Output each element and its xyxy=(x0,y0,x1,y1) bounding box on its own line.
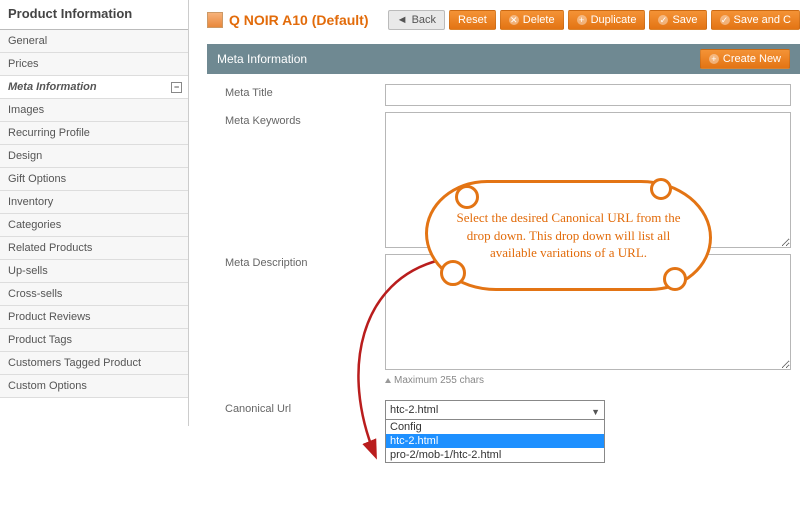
back-arrow-icon: ◄ xyxy=(397,14,408,26)
sidebar-item-related-products[interactable]: Related Products xyxy=(0,237,188,260)
meta-description-label: Meta Description xyxy=(225,254,385,269)
meta-keywords-label: Meta Keywords xyxy=(225,112,385,127)
action-buttons: ◄Back Reset ✕Delete +Duplicate ✓Save ✓Sa… xyxy=(388,10,800,30)
sidebar-item-up-sells[interactable]: Up-sells xyxy=(0,260,188,283)
sidebar-item-design[interactable]: Design xyxy=(0,145,188,168)
duplicate-button[interactable]: +Duplicate xyxy=(568,10,646,30)
sidebar-title: Product Information xyxy=(0,0,188,30)
meta-keywords-input[interactable] xyxy=(385,112,791,248)
delete-button[interactable]: ✕Delete xyxy=(500,10,564,30)
back-button[interactable]: ◄Back xyxy=(388,10,445,30)
sidebar-item-images[interactable]: Images xyxy=(0,99,188,122)
save-button[interactable]: ✓Save xyxy=(649,10,706,30)
sidebar-item-custom-options[interactable]: Custom Options xyxy=(0,375,188,398)
sidebar-item-customers-tagged-product[interactable]: Customers Tagged Product xyxy=(0,352,188,375)
meta-title-label: Meta Title xyxy=(225,84,385,99)
sidebar-item-product-tags[interactable]: Product Tags xyxy=(0,329,188,352)
collapse-icon[interactable]: − xyxy=(171,82,182,93)
sidebar-item-recurring-profile[interactable]: Recurring Profile xyxy=(0,122,188,145)
create-new-button[interactable]: +Create New xyxy=(700,49,790,69)
sidebar-item-gift-options[interactable]: Gift Options xyxy=(0,168,188,191)
canonical-option[interactable]: Config xyxy=(386,420,604,434)
delete-icon: ✕ xyxy=(509,15,519,25)
canonical-option[interactable]: htc-2.html xyxy=(386,434,604,448)
form-panel: Meta Title Meta Keywords Meta Descriptio… xyxy=(207,74,800,420)
save-continue-button[interactable]: ✓Save and C xyxy=(711,10,800,30)
triangle-icon xyxy=(385,378,391,383)
canonical-option[interactable]: pro-2/mob-1/htc-2.html xyxy=(386,448,604,462)
main-content: Q NOIR A10 (Default) ◄Back Reset ✕Delete… xyxy=(189,0,800,426)
sidebar: Product Information GeneralPricesMeta In… xyxy=(0,0,189,426)
duplicate-icon: + xyxy=(577,15,587,25)
save-continue-icon: ✓ xyxy=(720,15,730,25)
meta-description-helper: Maximum 255 chars xyxy=(385,375,791,386)
page-header: Q NOIR A10 (Default) ◄Back Reset ✕Delete… xyxy=(207,0,800,44)
sidebar-item-categories[interactable]: Categories xyxy=(0,214,188,237)
sidebar-list: GeneralPricesMeta Information−ImagesRecu… xyxy=(0,30,188,398)
sidebar-item-prices[interactable]: Prices xyxy=(0,53,188,76)
product-icon xyxy=(207,12,223,28)
canonical-url-dropdown: Confightc-2.htmlpro-2/mob-1/htc-2.html xyxy=(385,419,605,463)
meta-title-input[interactable] xyxy=(385,84,791,106)
meta-description-input[interactable] xyxy=(385,254,791,370)
sidebar-item-product-reviews[interactable]: Product Reviews xyxy=(0,306,188,329)
canonical-url-label: Canonical Url xyxy=(225,400,385,415)
canonical-url-select[interactable]: htc-2.html xyxy=(385,400,605,420)
panel-header: Meta Information +Create New xyxy=(207,44,800,74)
sidebar-item-meta-information[interactable]: Meta Information− xyxy=(0,76,188,99)
sidebar-item-cross-sells[interactable]: Cross-sells xyxy=(0,283,188,306)
reset-button[interactable]: Reset xyxy=(449,10,496,30)
sidebar-item-inventory[interactable]: Inventory xyxy=(0,191,188,214)
sidebar-item-general[interactable]: General xyxy=(0,30,188,53)
page-title: Q NOIR A10 (Default) xyxy=(229,12,369,28)
plus-icon: + xyxy=(709,54,719,64)
panel-title: Meta Information xyxy=(217,52,307,66)
save-icon: ✓ xyxy=(658,15,668,25)
